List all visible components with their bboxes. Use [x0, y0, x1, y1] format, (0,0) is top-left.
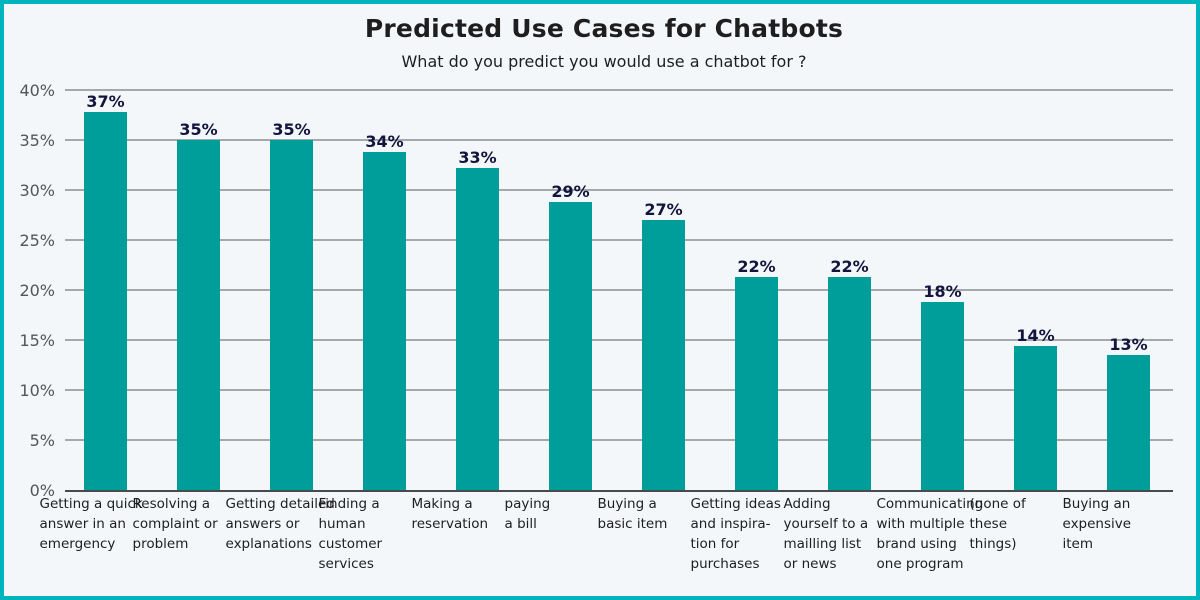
bar	[177, 140, 220, 490]
data-label: 27%	[644, 200, 682, 219]
bar	[270, 140, 313, 490]
bar	[456, 168, 499, 490]
y-tick-label: 10%	[19, 381, 55, 400]
y-tick-label: 30%	[19, 181, 55, 200]
bar	[84, 112, 127, 490]
x-tick-label: Making a reservation	[411, 496, 489, 532]
x-tick-label: Finding a human customer services	[318, 496, 383, 572]
data-label: 33%	[458, 148, 496, 167]
x-tick-label: Buying a basic item	[597, 496, 668, 532]
x-tick-label: Resolving a complaint or problem	[132, 496, 218, 552]
bars	[84, 112, 1150, 490]
gridlines	[65, 89, 1173, 441]
data-label: 22%	[830, 257, 868, 276]
bar	[549, 202, 592, 490]
data-label: 35%	[272, 120, 310, 139]
x-tick-label: Buying an expensive item	[1062, 496, 1132, 552]
x-tick-label: Getting a quick answer in an emergency	[39, 496, 143, 552]
y-tick-label: 20%	[19, 281, 55, 300]
data-label: 34%	[365, 132, 403, 151]
bar	[735, 277, 778, 490]
bar	[642, 220, 685, 490]
y-tick-label: 5%	[30, 431, 55, 450]
x-tick-label: Getting ideas and inspira- tion for purc…	[690, 496, 781, 572]
bar	[1107, 355, 1150, 490]
data-label: 35%	[179, 120, 217, 139]
x-tick-label: (none of these things)	[969, 496, 1026, 552]
x-tick-label: Communicating with multiple brand using …	[876, 496, 984, 572]
data-label: 22%	[737, 257, 775, 276]
y-tick-label: 25%	[19, 231, 55, 250]
bar	[828, 277, 871, 490]
data-label: 37%	[86, 92, 124, 111]
x-tick-label: paying a bill	[504, 496, 551, 532]
x-tick-label: Adding yourself to a mailling list or ne…	[783, 496, 869, 572]
data-label: 29%	[551, 182, 589, 201]
y-axis-ticks: 0%5%10%15%20%25%30%35%40%	[19, 81, 55, 500]
y-tick-label: 40%	[19, 81, 55, 100]
data-label: 14%	[1016, 326, 1054, 345]
data-label: 18%	[923, 282, 961, 301]
y-tick-label: 35%	[19, 131, 55, 150]
data-labels: 37% 35% 35% 34% 33% 29% 27% 22% 22% 18% 14% 13%	[86, 92, 1147, 354]
bar	[921, 302, 964, 490]
data-label: 13%	[1109, 335, 1147, 354]
bar	[1014, 346, 1057, 490]
y-tick-label: 15%	[19, 331, 55, 350]
bar	[363, 152, 406, 490]
